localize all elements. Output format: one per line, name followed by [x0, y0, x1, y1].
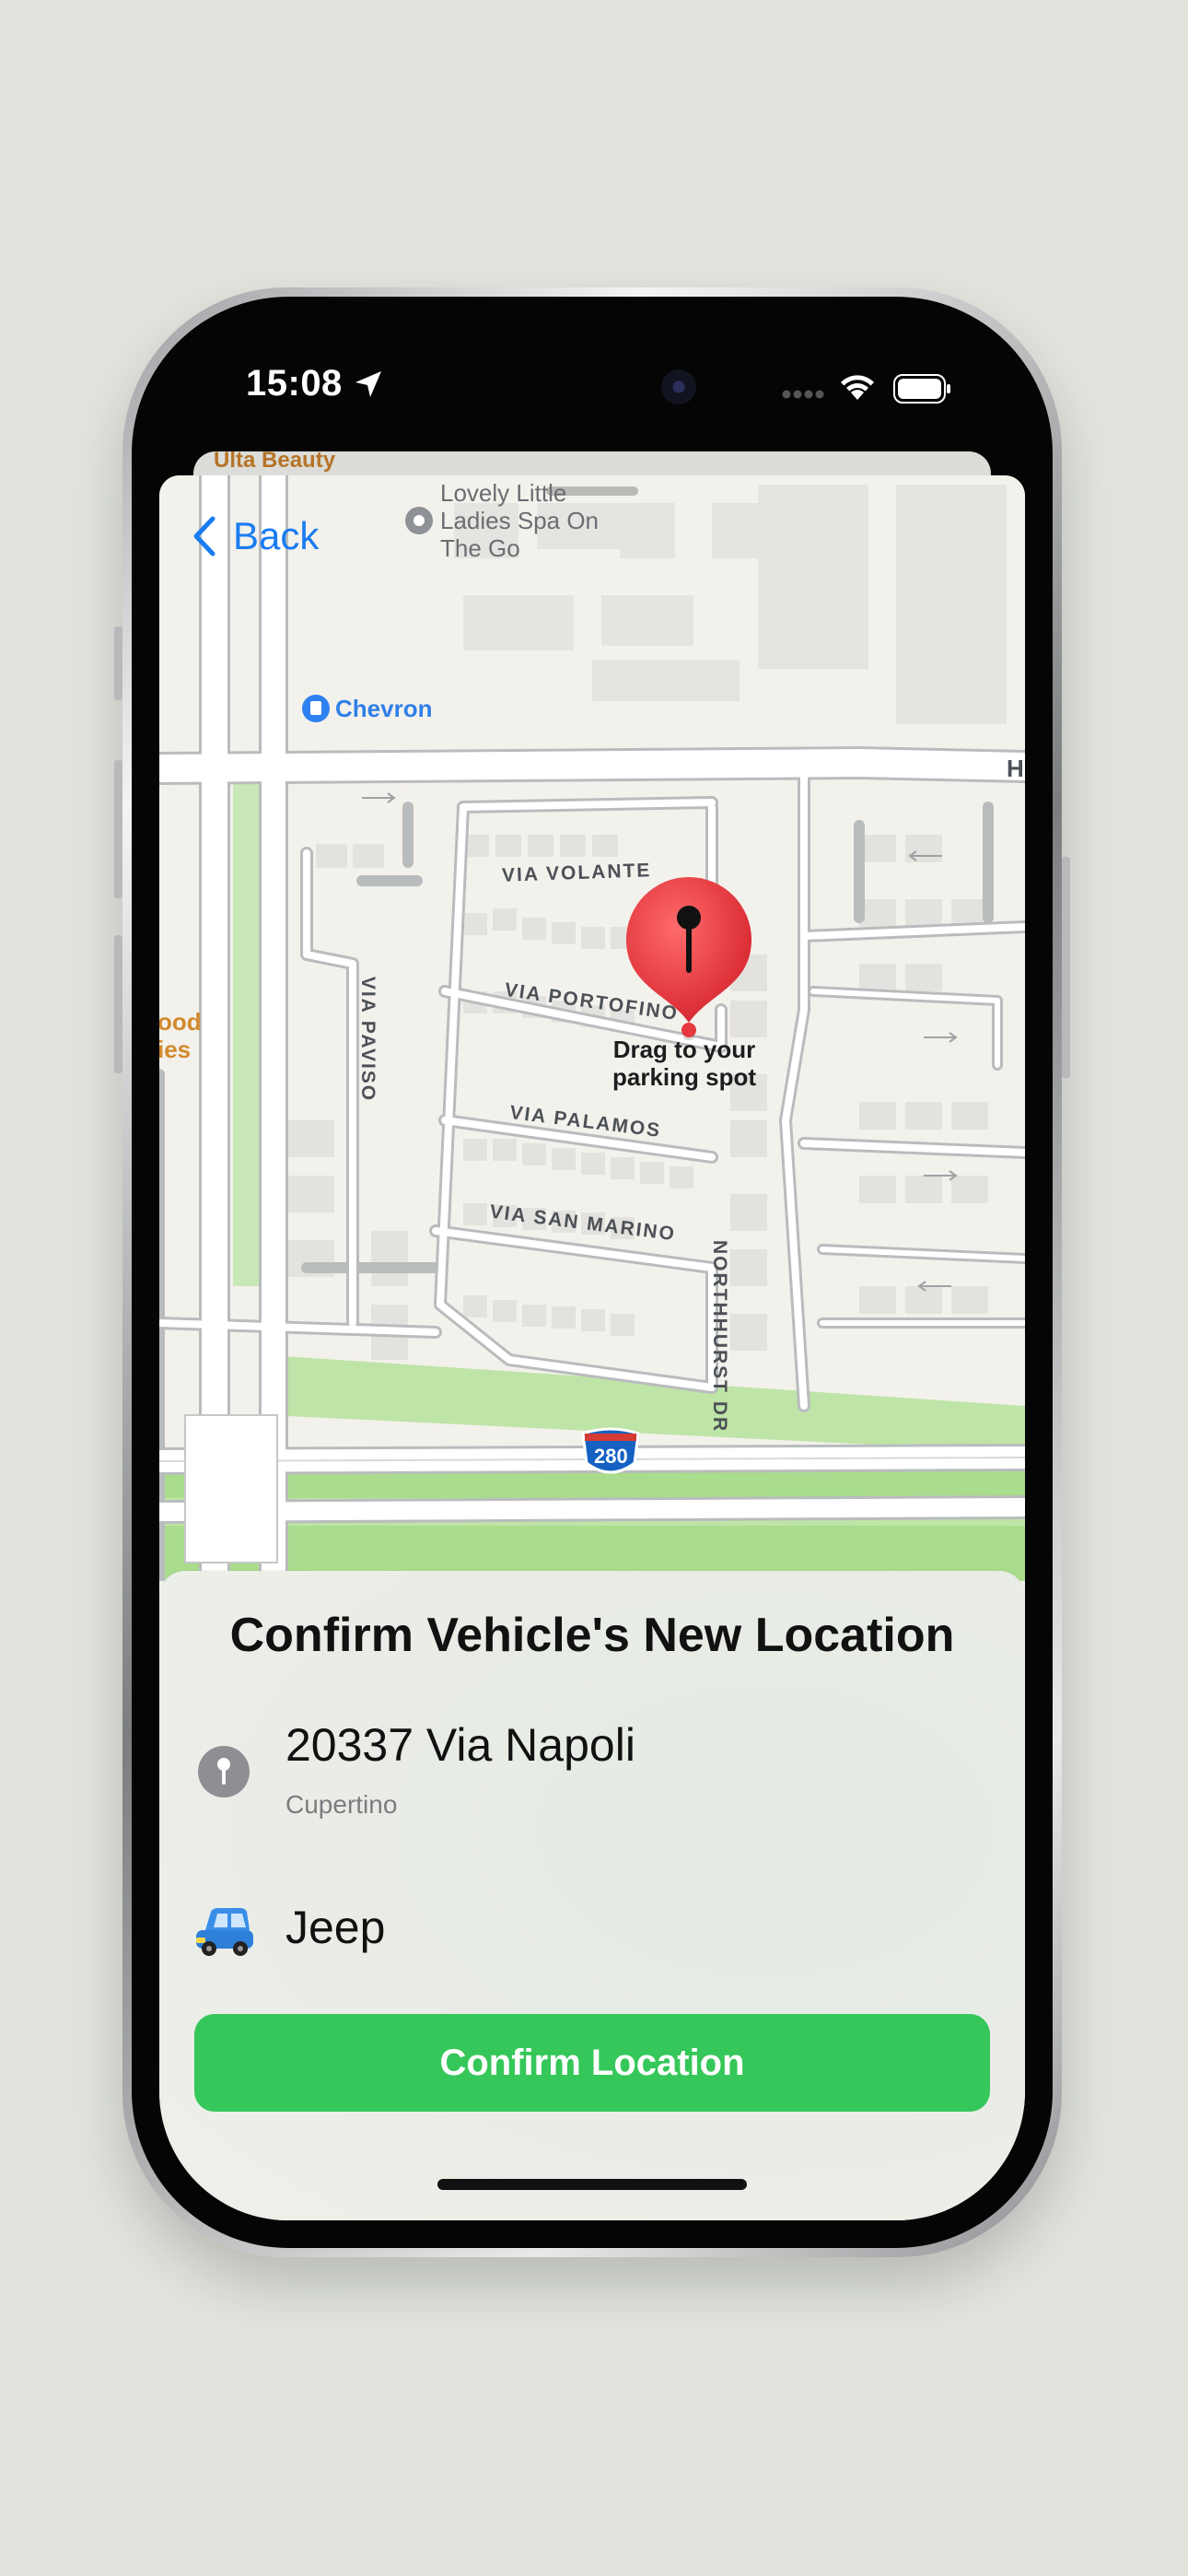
cellular-signal-icon	[782, 390, 824, 399]
status-bar: 15:08	[159, 324, 1025, 444]
interstate-280-label: 280	[594, 1445, 628, 1468]
pin-hint-line2: parking spot	[611, 1063, 756, 1091]
map-pin-icon	[626, 877, 751, 1040]
map-poi-edge-line2: ies	[159, 1036, 192, 1063]
location-sheet: Back Lovely Little Ladies Spa On The Go …	[159, 475, 1025, 2220]
map-poi-chevron[interactable]: Chevron	[335, 695, 432, 722]
map-poi-spa[interactable]: Lovely Little Ladies Spa On The Go	[440, 479, 599, 562]
street-via-paviso: VIA PAVISO	[357, 976, 379, 1103]
vehicle-name: Jeep	[285, 1902, 386, 1953]
car-icon	[196, 1908, 253, 1956]
map-poi-edge-line1: ood	[159, 1008, 202, 1036]
map-poi-spa-line3: The Go	[440, 534, 520, 562]
location-arrow-icon	[355, 371, 381, 397]
map-poi-ulta: Ulta Beauty	[214, 451, 336, 473]
map-poi-spa-line1: Lovely Little	[440, 479, 567, 507]
map-edge-letter: H	[1007, 755, 1024, 782]
wifi-icon	[841, 375, 874, 400]
front-camera	[661, 369, 696, 404]
back-button[interactable]: Back	[192, 509, 319, 564]
pin-hint-line1: Drag to your	[612, 1036, 756, 1063]
home-indicator[interactable]	[437, 2179, 747, 2190]
volume-up-button	[114, 760, 122, 898]
status-time: 15:08	[246, 363, 343, 404]
street-northhurst: NORTHHURST DR	[709, 1240, 730, 1434]
parking-pin[interactable]	[624, 875, 753, 1041]
location-pin-icon	[198, 1746, 250, 1797]
map-poi-edge: ood ies	[159, 1008, 202, 1063]
pin-hint: Drag to your parking spot	[592, 1036, 776, 1091]
power-button	[1062, 857, 1070, 1078]
map-poi-spa-line2: Ladies Spa On	[440, 507, 600, 534]
battery-icon	[893, 374, 950, 404]
confirm-location-button[interactable]: Confirm Location	[194, 2014, 990, 2112]
confirm-location-label: Confirm Location	[439, 2042, 745, 2083]
volume-down-button	[114, 935, 122, 1073]
panel-title: Confirm Vehicle's New Location	[229, 1609, 955, 1662]
screen: 15:08 Ulta Beauty Back Lovely Little Lad…	[159, 324, 1025, 2220]
address-line: 20337 Via Napoli	[285, 1719, 635, 1771]
back-label: Back	[233, 514, 320, 557]
chevron-left-icon	[193, 516, 215, 556]
confirm-panel: Confirm Vehicle's New Location 20337 Via…	[159, 1571, 1025, 2220]
action-button	[114, 626, 122, 700]
address-city: Cupertino	[285, 1790, 398, 1819]
map-view[interactable]	[159, 475, 1025, 1581]
